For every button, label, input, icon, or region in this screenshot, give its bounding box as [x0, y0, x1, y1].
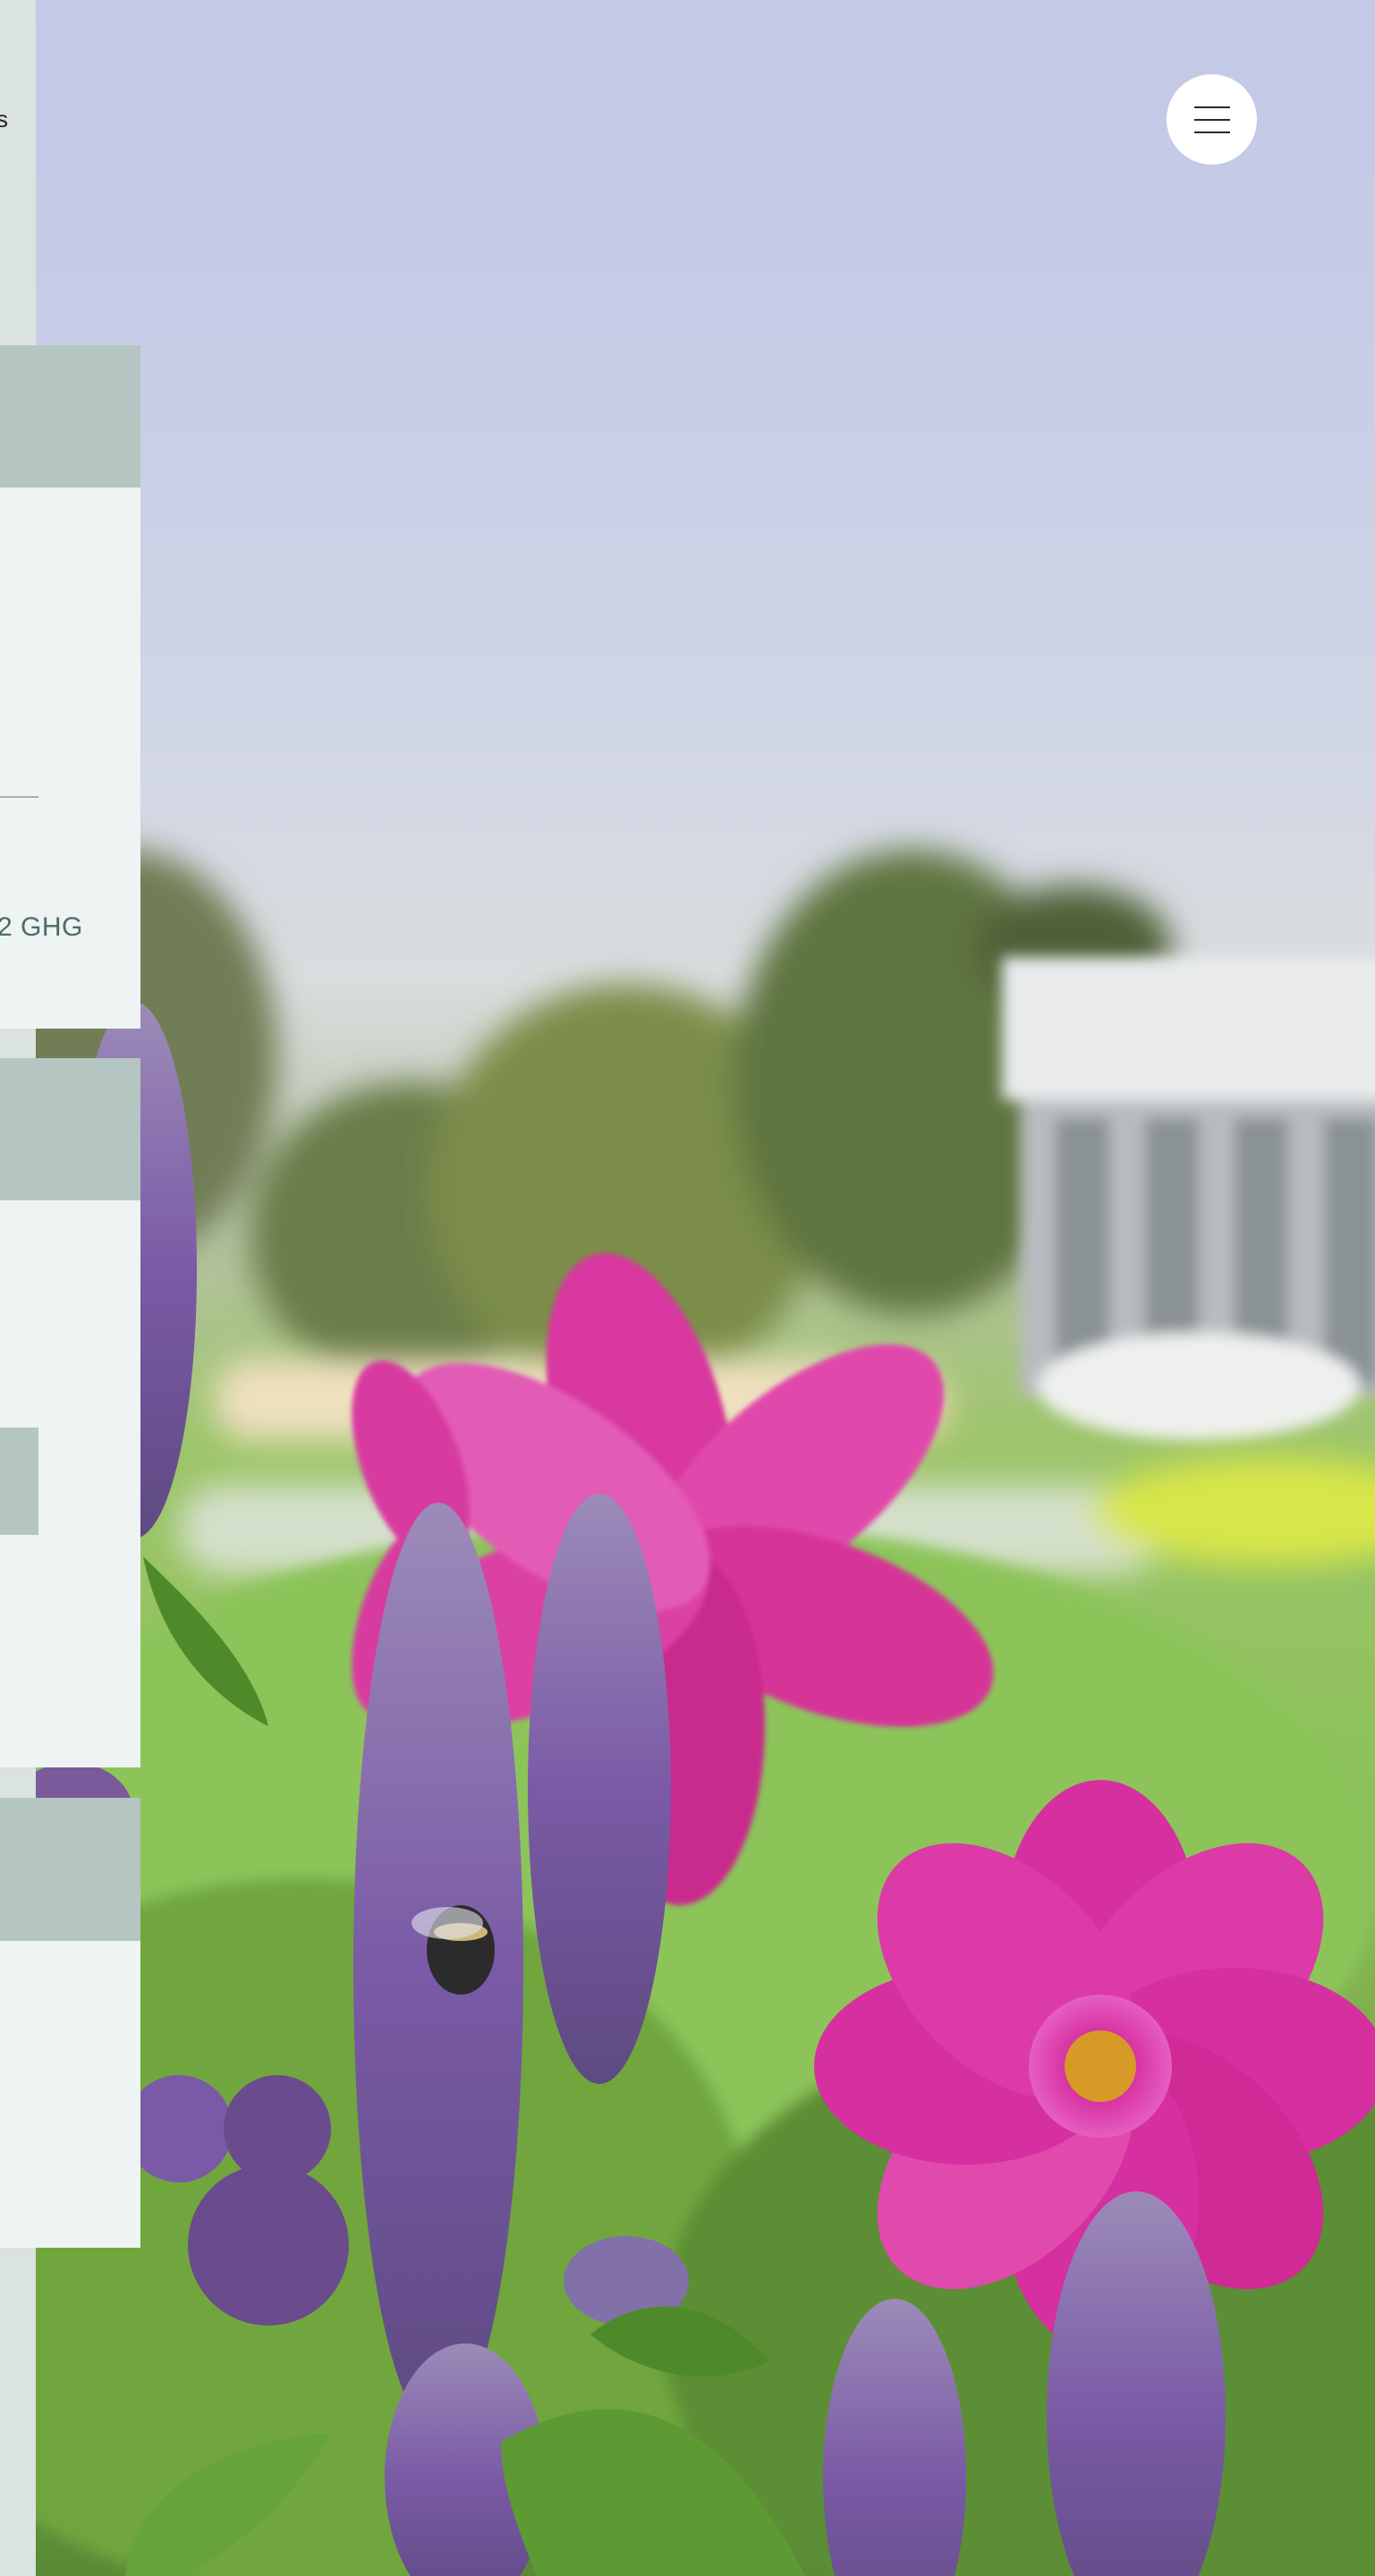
card-divider [0, 796, 38, 798]
flower-field-illustration [36, 850, 1375, 2576]
hamburger-menu-icon [1194, 106, 1230, 108]
info-card [0, 1058, 140, 1767]
card-action-button[interactable] [0, 1428, 38, 1535]
hero-background-image [36, 0, 1375, 2576]
card-stat-text: 2 GHG [0, 912, 83, 942]
card-header [0, 1798, 140, 1941]
hamburger-menu-icon-line [1194, 131, 1230, 133]
hamburger-menu-icon-line [1194, 119, 1230, 121]
menu-button[interactable] [1167, 74, 1257, 165]
card-header [0, 345, 140, 487]
card-header [0, 1058, 140, 1200]
sidebar-partial-label: s [0, 106, 8, 132]
page: s 2 GHG [0, 0, 1375, 2576]
info-card [0, 1798, 140, 2248]
background-greenhouse [1002, 957, 1375, 1440]
